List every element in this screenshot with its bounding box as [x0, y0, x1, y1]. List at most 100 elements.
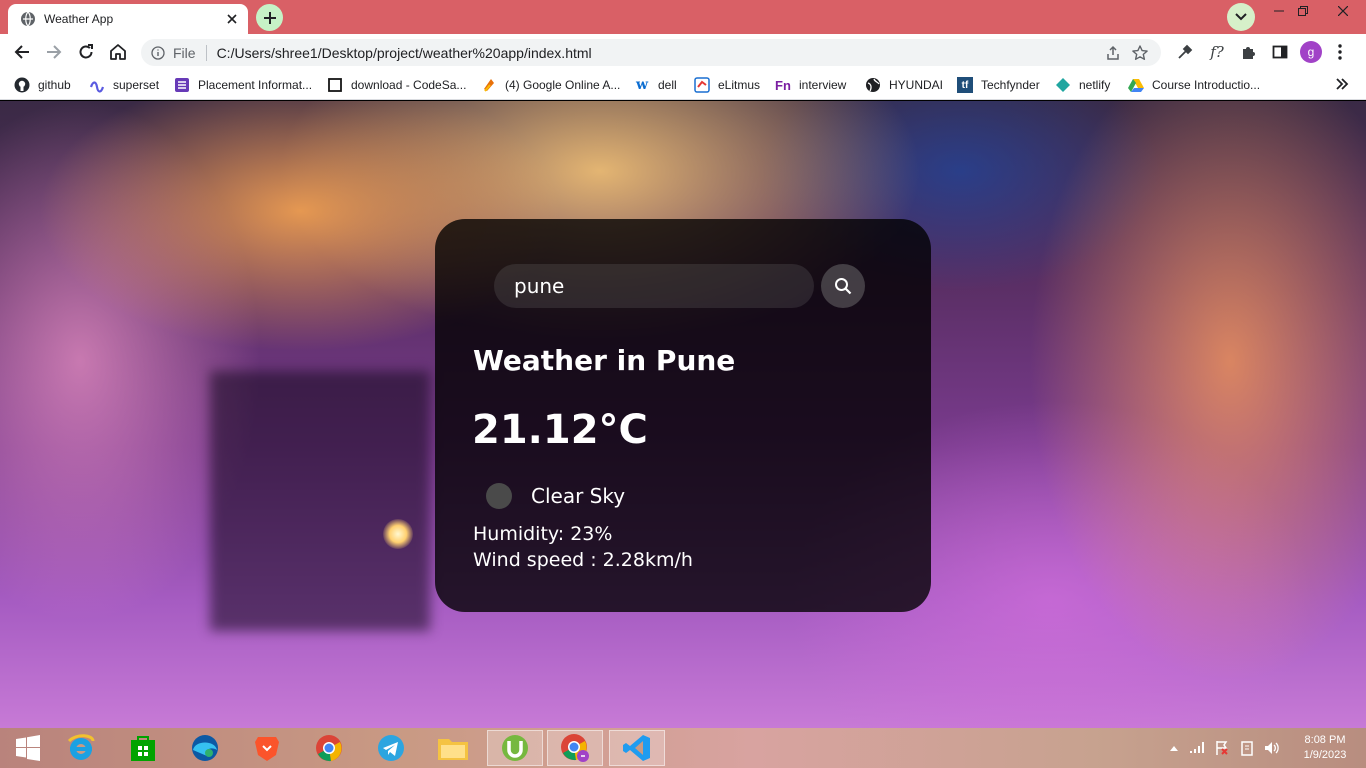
telegram-app[interactable]	[363, 730, 419, 766]
store-app[interactable]	[115, 730, 171, 766]
drive-icon	[1128, 79, 1144, 92]
store-icon	[131, 736, 155, 761]
brave-icon	[255, 737, 279, 761]
url-text[interactable]: C:/Users/shree1/Desktop/project/weather%…	[217, 45, 592, 61]
tab-strip: Weather App	[0, 0, 1366, 34]
address-bar[interactable]: File C:/Users/shree1/Desktop/project/wea…	[141, 39, 1161, 66]
city-title: Weather in Pune	[473, 344, 736, 377]
clock-date: 1/9/2023	[1303, 749, 1347, 761]
chrome-active-app[interactable]	[547, 730, 603, 766]
reload-button[interactable]	[72, 38, 100, 66]
back-button[interactable]	[8, 38, 36, 66]
divider	[205, 44, 207, 61]
bookmark-hyundai[interactable]: HYUNDAI	[865, 76, 943, 94]
bookmark-label: HYUNDAI	[889, 78, 944, 92]
power-icon[interactable]	[1239, 740, 1255, 756]
close-tab-icon[interactable]	[224, 11, 240, 27]
bookmark-codesandbox[interactable]: download - CodeSa...	[327, 76, 466, 94]
search-button[interactable]	[821, 264, 865, 308]
profile-avatar[interactable]: g	[1300, 41, 1322, 63]
home-icon	[110, 44, 126, 60]
search-input[interactable]	[494, 264, 814, 308]
scheme-label: File	[173, 44, 196, 61]
bookmark-elitmus[interactable]: eLitmus	[694, 76, 760, 94]
info-icon[interactable]	[151, 45, 165, 60]
bookmark-techfynder[interactable]: tf Techfynder	[957, 76, 1040, 94]
windows-logo-icon	[16, 735, 40, 761]
side-panel-icon[interactable]	[1270, 42, 1290, 62]
github-icon	[14, 77, 30, 93]
temperature: 21.12°C	[472, 407, 648, 453]
weather-condition-icon	[486, 483, 512, 509]
fn-icon: Fn	[775, 77, 791, 93]
stage-shadow	[210, 371, 430, 631]
arrow-right-icon	[47, 45, 62, 59]
bookmark-github[interactable]: github	[14, 76, 71, 94]
bookmark-placement[interactable]: Placement Informat...	[174, 76, 312, 94]
file-explorer-app[interactable]	[425, 730, 481, 766]
extensions-puzzle-icon[interactable]	[1238, 42, 1258, 62]
bookmark-label: download - CodeSa...	[351, 78, 467, 92]
bookmark-netlify[interactable]: netlify	[1055, 76, 1110, 94]
tab-search-button[interactable]	[1227, 3, 1255, 31]
chrome-app[interactable]	[301, 730, 357, 766]
close-window-button[interactable]	[1320, 0, 1366, 22]
netlify-icon	[1056, 78, 1070, 92]
utorrent-app[interactable]	[487, 730, 543, 766]
checkbox-icon	[328, 78, 342, 92]
volume-icon[interactable]	[1263, 740, 1279, 756]
bookmark-google-online[interactable]: (4) Google Online A...	[481, 76, 620, 94]
bookmarks-bar: github superset Placement Informat... do…	[0, 70, 1366, 100]
internet-explorer-app[interactable]	[53, 730, 109, 766]
brave-app[interactable]	[239, 730, 295, 766]
bookmark-label: dell	[658, 78, 677, 92]
tab-weather-app[interactable]: Weather App	[8, 4, 248, 34]
start-button[interactable]	[0, 730, 56, 766]
bookmark-label: Course Introductio...	[1152, 78, 1261, 92]
home-button[interactable]	[104, 38, 132, 66]
background-concert-image: Weather in Pune 21.12°C Clear Sky Humidi…	[0, 101, 1366, 728]
wind-speed-text: Wind speed : 2.28km/h	[473, 549, 693, 571]
bookmark-dell[interactable]: w dell	[634, 76, 677, 94]
bookmark-label: netlify	[1079, 78, 1111, 92]
form-icon	[175, 78, 189, 92]
bookmark-label: Techfynder	[981, 78, 1040, 92]
vscode-icon	[623, 735, 650, 761]
eyedropper-extension-icon[interactable]	[1175, 42, 1195, 62]
f-extension-icon[interactable]: f?	[1207, 42, 1227, 62]
folder-icon	[438, 739, 468, 760]
weather-description: Clear Sky	[531, 484, 626, 508]
action-center-flag-icon[interactable]	[1215, 740, 1229, 756]
edge-icon	[192, 735, 218, 761]
chevron-down-icon	[1235, 13, 1247, 21]
bookmark-interview[interactable]: Fn interview	[775, 76, 846, 94]
share-icon[interactable]	[1105, 45, 1121, 61]
vscode-app[interactable]	[609, 730, 665, 766]
bookmark-label: (4) Google Online A...	[505, 78, 621, 92]
signal-icon[interactable]	[1189, 740, 1205, 754]
chrome-icon	[316, 735, 342, 762]
new-tab-button[interactable]	[256, 4, 283, 31]
bookmark-superset[interactable]: superset	[89, 76, 159, 94]
more-menu-icon[interactable]	[1330, 42, 1350, 62]
system-tray	[1165, 728, 1285, 768]
bookmark-course-intro[interactable]: Course Introductio...	[1128, 76, 1260, 94]
w-icon: w	[635, 77, 649, 93]
forward-button[interactable]	[40, 38, 68, 66]
reload-icon	[79, 44, 93, 59]
cycle-icon	[484, 79, 494, 92]
edge-app[interactable]	[177, 730, 233, 766]
star-icon[interactable]	[1131, 44, 1149, 62]
tf-icon: tf	[957, 77, 973, 93]
bookmarks-overflow-icon[interactable]	[1334, 76, 1350, 92]
utorrent-icon	[502, 735, 528, 761]
bookmark-label: superset	[113, 78, 160, 92]
superset-icon	[89, 81, 105, 93]
taskbar-clock[interactable]: 8:08 PM 1/9/2023	[1290, 733, 1360, 763]
bookmark-label: eLitmus	[718, 78, 761, 92]
close-icon	[1338, 6, 1348, 16]
show-hidden-icons-icon[interactable]	[1169, 744, 1179, 752]
globe-icon	[866, 78, 880, 92]
arrow-left-icon	[14, 45, 29, 59]
search-icon	[835, 278, 852, 295]
